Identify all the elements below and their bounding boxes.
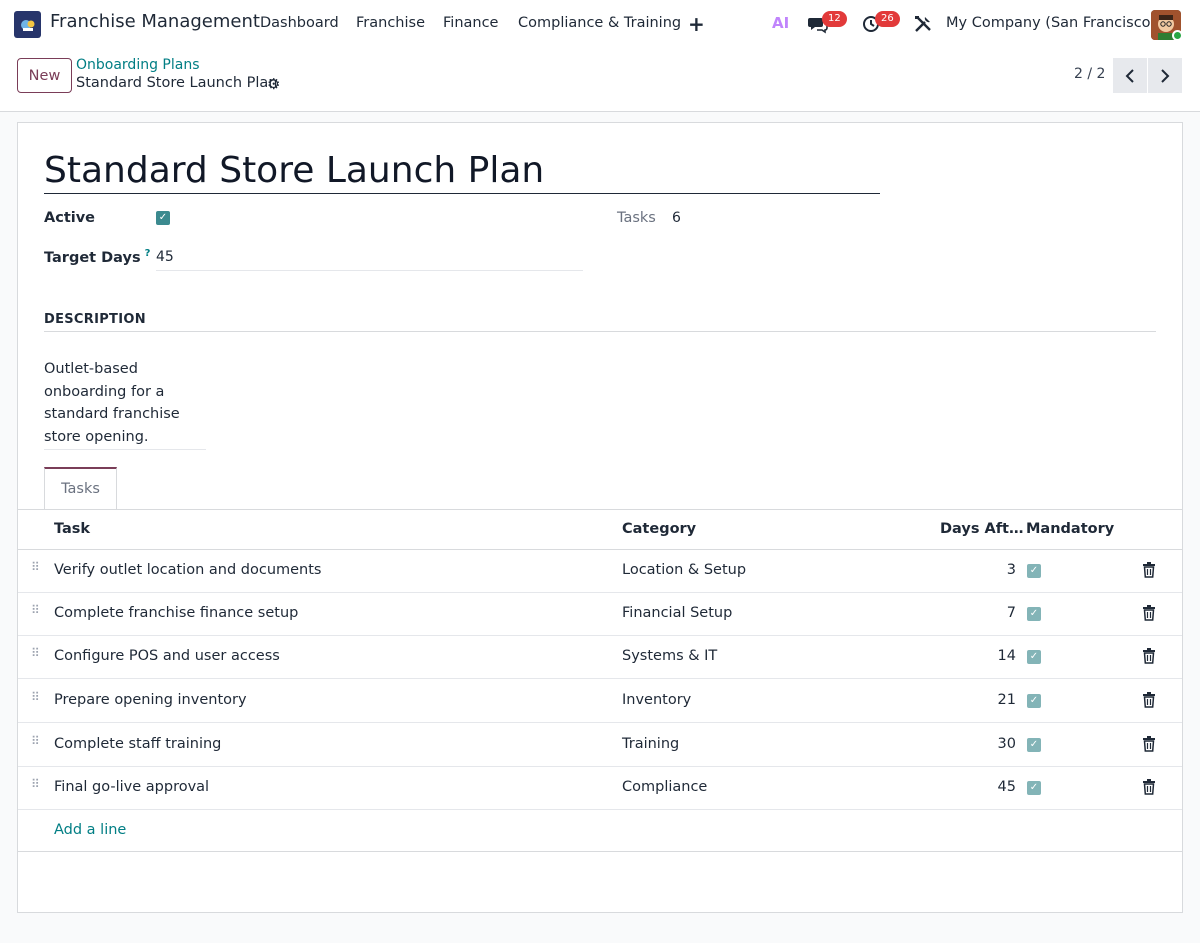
table-row[interactable]: ⠿ Complete staff training Training 30 ✓: [18, 724, 1182, 767]
plan-title-input[interactable]: Standard Store Launch Plan: [44, 149, 880, 194]
task-days-after[interactable]: 7: [1007, 605, 1016, 621]
mandatory-checkbox[interactable]: ✓: [1027, 694, 1041, 708]
task-name[interactable]: Configure POS and user access: [54, 648, 280, 664]
mandatory-checkbox[interactable]: ✓: [1027, 650, 1041, 664]
mandatory-checkbox[interactable]: ✓: [1027, 781, 1041, 795]
task-name[interactable]: Complete franchise finance setup: [54, 605, 298, 621]
trash-icon[interactable]: [1142, 562, 1156, 578]
column-category[interactable]: Category: [622, 521, 696, 537]
chevron-left-icon: [1125, 68, 1134, 83]
task-name[interactable]: Complete staff training: [54, 736, 221, 752]
column-days-after[interactable]: Days Aft…: [940, 521, 1023, 537]
task-category[interactable]: Financial Setup: [622, 605, 732, 621]
tasks-count-label: Tasks: [617, 210, 656, 226]
menu-finance[interactable]: Finance: [443, 15, 498, 31]
target-days-input[interactable]: 45: [156, 249, 174, 265]
task-category[interactable]: Compliance: [622, 779, 707, 795]
ai-icon[interactable]: AI: [772, 14, 789, 32]
menu-dashboard[interactable]: Dashboard: [260, 15, 339, 31]
drag-handle-icon[interactable]: ⠿: [31, 561, 40, 578]
drag-handle-icon[interactable]: ⠿: [31, 735, 40, 752]
task-name[interactable]: Final go-live approval: [54, 779, 209, 795]
drag-handle-icon[interactable]: ⠿: [31, 691, 40, 708]
task-days-after[interactable]: 30: [998, 736, 1016, 752]
app-logo-icon[interactable]: [14, 11, 41, 38]
description-underline: [44, 449, 206, 450]
online-status-dot: [1172, 30, 1183, 41]
list-bottom-divider: [18, 851, 1182, 852]
plus-icon[interactable]: +: [688, 12, 705, 36]
task-category[interactable]: Training: [622, 736, 679, 752]
trash-icon[interactable]: [1142, 692, 1156, 708]
pager-previous-button[interactable]: [1113, 58, 1147, 93]
menu-franchise[interactable]: Franchise: [356, 15, 425, 31]
task-category[interactable]: Systems & IT: [622, 648, 717, 664]
messages-badge: 12: [822, 11, 847, 27]
active-label: Active: [44, 210, 96, 226]
pager-next-button[interactable]: [1148, 58, 1182, 93]
task-name[interactable]: Verify outlet location and documents: [54, 562, 321, 578]
tools-icon[interactable]: [913, 14, 933, 34]
control-panel: New Onboarding Plans Standard Store Laun…: [0, 48, 1200, 112]
mandatory-checkbox[interactable]: ✓: [1027, 738, 1041, 752]
task-category[interactable]: Location & Setup: [622, 562, 746, 578]
trash-icon[interactable]: [1142, 736, 1156, 752]
active-checkbox[interactable]: ✓: [156, 211, 170, 225]
task-days-after[interactable]: 14: [998, 648, 1016, 664]
tab-tasks[interactable]: Tasks: [44, 467, 117, 510]
table-row[interactable]: ⠿ Complete franchise finance setup Finan…: [18, 593, 1182, 636]
breadcrumb-current: Standard Store Launch Plan: [76, 75, 278, 91]
task-days-after[interactable]: 45: [998, 779, 1016, 795]
target-days-label-text: Target Days: [44, 249, 141, 266]
column-task[interactable]: Task: [54, 521, 90, 537]
task-category[interactable]: Inventory: [622, 692, 691, 708]
description-field[interactable]: Outlet-based onboarding for a standard f…: [44, 358, 206, 448]
description-divider: [44, 331, 1156, 332]
drag-handle-icon[interactable]: ⠿: [31, 778, 40, 795]
company-switcher[interactable]: My Company (San Francisco): [946, 15, 1156, 31]
column-mandatory[interactable]: Mandatory: [1026, 521, 1114, 537]
pager-value[interactable]: 2 / 2: [1074, 66, 1105, 82]
trash-icon[interactable]: [1142, 779, 1156, 795]
top-navbar: Franchise Management Dashboard Franchise…: [0, 0, 1200, 48]
task-days-after[interactable]: 3: [1007, 562, 1016, 578]
tasks-table-header: Task Category Days Aft… Mandatory: [18, 510, 1182, 550]
activities-badge: 26: [875, 11, 900, 27]
add-line-link[interactable]: Add a line: [54, 822, 126, 838]
mandatory-checkbox[interactable]: ✓: [1027, 564, 1041, 578]
table-row[interactable]: ⠿ Configure POS and user access Systems …: [18, 636, 1182, 679]
breadcrumb-parent-link[interactable]: Onboarding Plans: [76, 57, 200, 73]
form-sheet: Standard Store Launch Plan Active ✓ Targ…: [17, 122, 1183, 913]
target-days-label: Target Days?: [44, 248, 150, 266]
mandatory-checkbox[interactable]: ✓: [1027, 607, 1041, 621]
trash-icon[interactable]: [1142, 648, 1156, 664]
help-tooltip-icon[interactable]: ?: [145, 248, 151, 259]
chevron-right-icon: [1161, 68, 1170, 83]
table-row[interactable]: ⠿ Prepare opening inventory Inventory 21…: [18, 680, 1182, 723]
tasks-count-value: 6: [672, 210, 681, 226]
trash-icon[interactable]: [1142, 605, 1156, 621]
task-name[interactable]: Prepare opening inventory: [54, 692, 247, 708]
gear-icon[interactable]: ⚙: [267, 75, 280, 93]
target-days-underline: [156, 270, 583, 271]
new-button[interactable]: New: [17, 58, 72, 93]
menu-compliance-training[interactable]: Compliance & Training: [518, 15, 681, 31]
app-name[interactable]: Franchise Management: [50, 11, 260, 32]
task-days-after[interactable]: 21: [998, 692, 1016, 708]
drag-handle-icon[interactable]: ⠿: [31, 647, 40, 664]
table-row[interactable]: ⠿ Verify outlet location and documents L…: [18, 550, 1182, 593]
description-heading: DESCRIPTION: [44, 312, 146, 327]
table-row[interactable]: ⠿ Final go-live approval Compliance 45 ✓: [18, 767, 1182, 810]
drag-handle-icon[interactable]: ⠿: [31, 604, 40, 621]
